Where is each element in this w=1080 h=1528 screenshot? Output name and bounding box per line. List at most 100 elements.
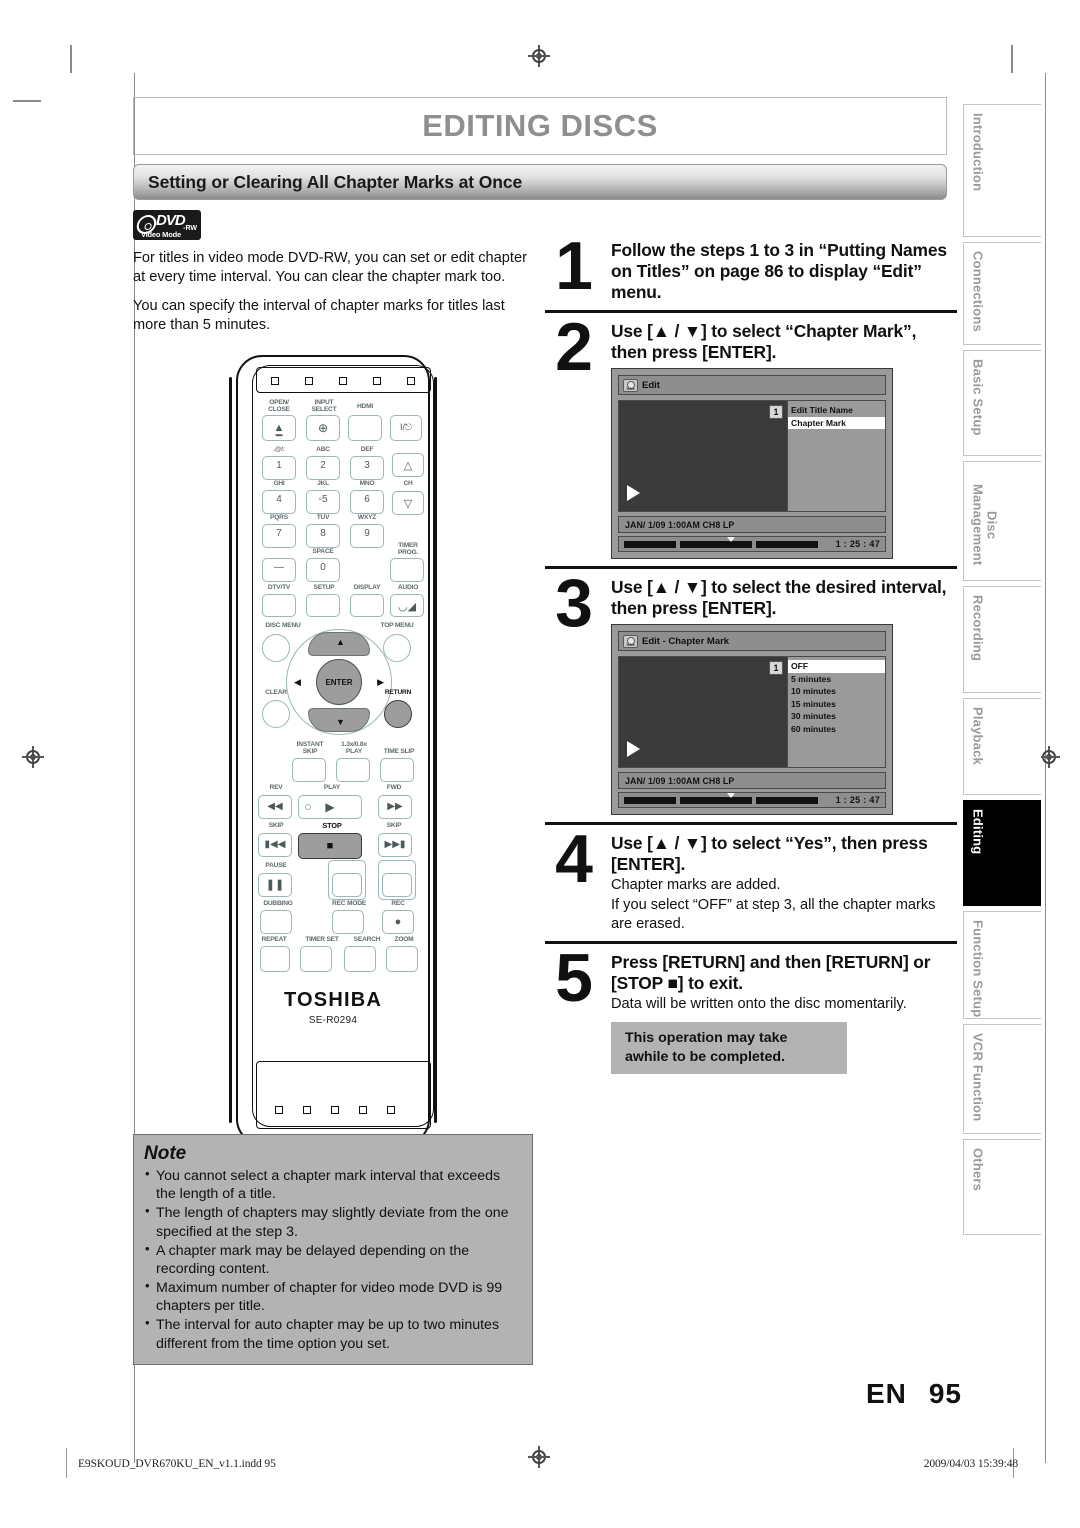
osd-interval-10-minutes[interactable]: 10 minutes bbox=[788, 685, 885, 697]
button-timer-set[interactable] bbox=[300, 946, 332, 972]
label-skip-back: SKIP bbox=[268, 822, 284, 829]
step-5-number: 5 bbox=[555, 940, 593, 1017]
step-5-note-1: Data will be written onto the disc momen… bbox=[611, 996, 907, 1013]
osd-menu-item-chapter-mark[interactable]: Chapter Mark bbox=[788, 416, 885, 430]
osd-interval-15-minutes[interactable]: 15 minutes bbox=[788, 698, 885, 710]
button-return[interactable] bbox=[384, 700, 412, 728]
osd-interval-60-minutes[interactable]: 60 minutes bbox=[788, 723, 885, 735]
button-instant-skip[interactable] bbox=[292, 758, 326, 782]
step-divider bbox=[545, 566, 957, 570]
label-dubbing: DUBBING bbox=[263, 900, 293, 907]
osd-title: Edit - Chapter Mark bbox=[642, 635, 730, 647]
button-clear[interactable] bbox=[262, 700, 290, 728]
button-speed-play[interactable] bbox=[336, 758, 370, 782]
label-return: RETURN bbox=[384, 689, 412, 696]
step-5-heading: Press [RETURN] and then [RETURN] or [STO… bbox=[611, 952, 931, 994]
button-enter[interactable]: ENTER bbox=[316, 659, 362, 705]
sidebar-tab-disc-management[interactable]: Disc Management bbox=[963, 461, 1041, 581]
sidebar-tab-others[interactable]: Others bbox=[963, 1139, 1041, 1235]
button-dtv-tv[interactable] bbox=[262, 594, 296, 617]
label-zoom: ZOOM bbox=[394, 936, 414, 943]
osd-preview-pane: 1 bbox=[619, 401, 787, 512]
button-audio[interactable]: ◡◢ bbox=[390, 594, 424, 617]
sidebar-tabs: Introduction Connections Basic Setup Dis… bbox=[963, 104, 1043, 1240]
sidebar-tab-label: Introduction bbox=[970, 113, 986, 192]
remote-side-right bbox=[434, 377, 437, 1123]
button-channel-down[interactable]: ▽ bbox=[392, 491, 424, 515]
button-rec[interactable]: ● bbox=[382, 910, 414, 934]
button-setup[interactable] bbox=[306, 594, 340, 617]
osd-interval-off[interactable]: OFF bbox=[788, 660, 885, 673]
button-key-0[interactable]: 0 bbox=[306, 558, 340, 582]
remote-top-square bbox=[271, 377, 279, 385]
remote-bottom-square bbox=[359, 1106, 367, 1114]
button-fwd[interactable]: ▶▶ bbox=[378, 795, 412, 819]
button-power[interactable]: I/⎋ bbox=[390, 415, 422, 441]
step-4-note-1: Chapter marks are added. bbox=[611, 877, 781, 894]
sidebar-tab-editing[interactable]: Editing bbox=[963, 800, 1041, 906]
dpad-left-icon[interactable]: ◀ bbox=[294, 677, 301, 688]
button-repeat[interactable] bbox=[260, 946, 290, 972]
section-heading-bar: Setting or Clearing All Chapter Marks at… bbox=[133, 164, 947, 200]
sidebar-tab-introduction[interactable]: Introduction bbox=[963, 104, 1041, 237]
button-dubbing[interactable] bbox=[260, 910, 292, 934]
intro-text: For titles in video mode DVD-RW, you can… bbox=[133, 249, 533, 335]
sidebar-tab-connections[interactable]: Connections bbox=[963, 242, 1041, 345]
button-pause[interactable]: ❚❚ bbox=[258, 873, 292, 897]
step-3-number: 3 bbox=[555, 565, 593, 642]
callout-box: This operation may take awhile to be com… bbox=[611, 1022, 847, 1075]
button-stop[interactable]: ■ bbox=[298, 833, 362, 859]
remote-top-square bbox=[407, 377, 415, 385]
button-key-8[interactable]: 8 bbox=[306, 524, 340, 548]
note-item: Maximum number of chapter for video mode… bbox=[144, 1278, 522, 1315]
button-play[interactable]: ▶ bbox=[298, 795, 362, 819]
step-4-number: 4 bbox=[555, 821, 593, 898]
button-hdmi[interactable] bbox=[348, 415, 382, 441]
button-dvd-mode[interactable] bbox=[382, 873, 412, 897]
button-key-4[interactable]: 4 bbox=[262, 490, 296, 514]
footer-rule-left bbox=[66, 1448, 68, 1478]
button-zoom[interactable] bbox=[386, 946, 418, 972]
osd-interval-30-minutes[interactable]: 30 minutes bbox=[788, 710, 885, 722]
step-1: 1 Follow the steps 1 to 3 in “Putting Na… bbox=[545, 232, 957, 303]
button-key-1[interactable]: 1 bbox=[262, 456, 296, 480]
button-key-2[interactable]: 2 bbox=[306, 456, 340, 480]
dpad-right-icon[interactable]: ▶ bbox=[377, 677, 384, 688]
button-skip-forward[interactable]: ▶▶▮ bbox=[378, 833, 412, 857]
sidebar-tab-label: VCR Function bbox=[970, 1033, 986, 1122]
osd-title-number-badge: 1 bbox=[769, 405, 783, 420]
sidebar-tab-playback[interactable]: Playback bbox=[963, 698, 1041, 795]
page-number-value: 95 bbox=[928, 1378, 962, 1409]
button-rec-mode[interactable] bbox=[332, 910, 364, 934]
sidebar-tab-basic-setup[interactable]: Basic Setup bbox=[963, 350, 1041, 456]
button-timer-prog[interactable] bbox=[390, 558, 424, 582]
osd-menu-item-edit-title-name[interactable]: Edit Title Name bbox=[788, 404, 885, 416]
button-display[interactable] bbox=[350, 594, 384, 617]
sidebar-tab-function-setup[interactable]: Function Setup bbox=[963, 911, 1041, 1019]
dpad-cluster[interactable]: ▲ ▼ ◀ ▶ ENTER bbox=[286, 629, 392, 735]
button-skip-back[interactable]: ▮◀◀ bbox=[258, 833, 292, 857]
osd-interval-5-minutes[interactable]: 5 minutes bbox=[788, 673, 885, 685]
remote-bottom-panel bbox=[256, 1061, 431, 1129]
button-open-close[interactable]: ▲ ━ bbox=[262, 415, 296, 442]
button-key-7[interactable]: 7 bbox=[262, 524, 296, 548]
button-input-select[interactable]: ⊕ bbox=[306, 415, 340, 441]
button-dash[interactable]: — bbox=[262, 558, 296, 582]
button-key-3[interactable]: 3 bbox=[350, 456, 384, 480]
button-search[interactable] bbox=[344, 946, 376, 972]
button-vcr[interactable] bbox=[332, 873, 362, 897]
sidebar-tab-vcr-function[interactable]: VCR Function bbox=[963, 1024, 1041, 1134]
button-time-slip[interactable] bbox=[380, 758, 414, 782]
button-rev[interactable]: ◀◀ bbox=[258, 795, 292, 819]
progress-segment bbox=[680, 540, 752, 548]
button-channel-up[interactable]: △ bbox=[392, 453, 424, 477]
label-rec-mode: REC MODE bbox=[332, 900, 366, 907]
remote-body: OPEN/CLOSE ▲ ━ INPUT SELECT ⊕ HDMI I/⎋ .@… bbox=[236, 355, 434, 1145]
remote-bottom-square bbox=[331, 1106, 339, 1114]
sidebar-tab-recording[interactable]: Recording bbox=[963, 586, 1041, 693]
button-key-9[interactable]: 9 bbox=[350, 524, 384, 548]
step-4-note-2: If you select “OFF” at step 3, all the c… bbox=[611, 897, 936, 933]
button-key-5[interactable]: ◦5 bbox=[306, 490, 340, 514]
button-key-6[interactable]: 6 bbox=[350, 490, 384, 514]
label-key4-letters: GHI bbox=[273, 480, 285, 487]
